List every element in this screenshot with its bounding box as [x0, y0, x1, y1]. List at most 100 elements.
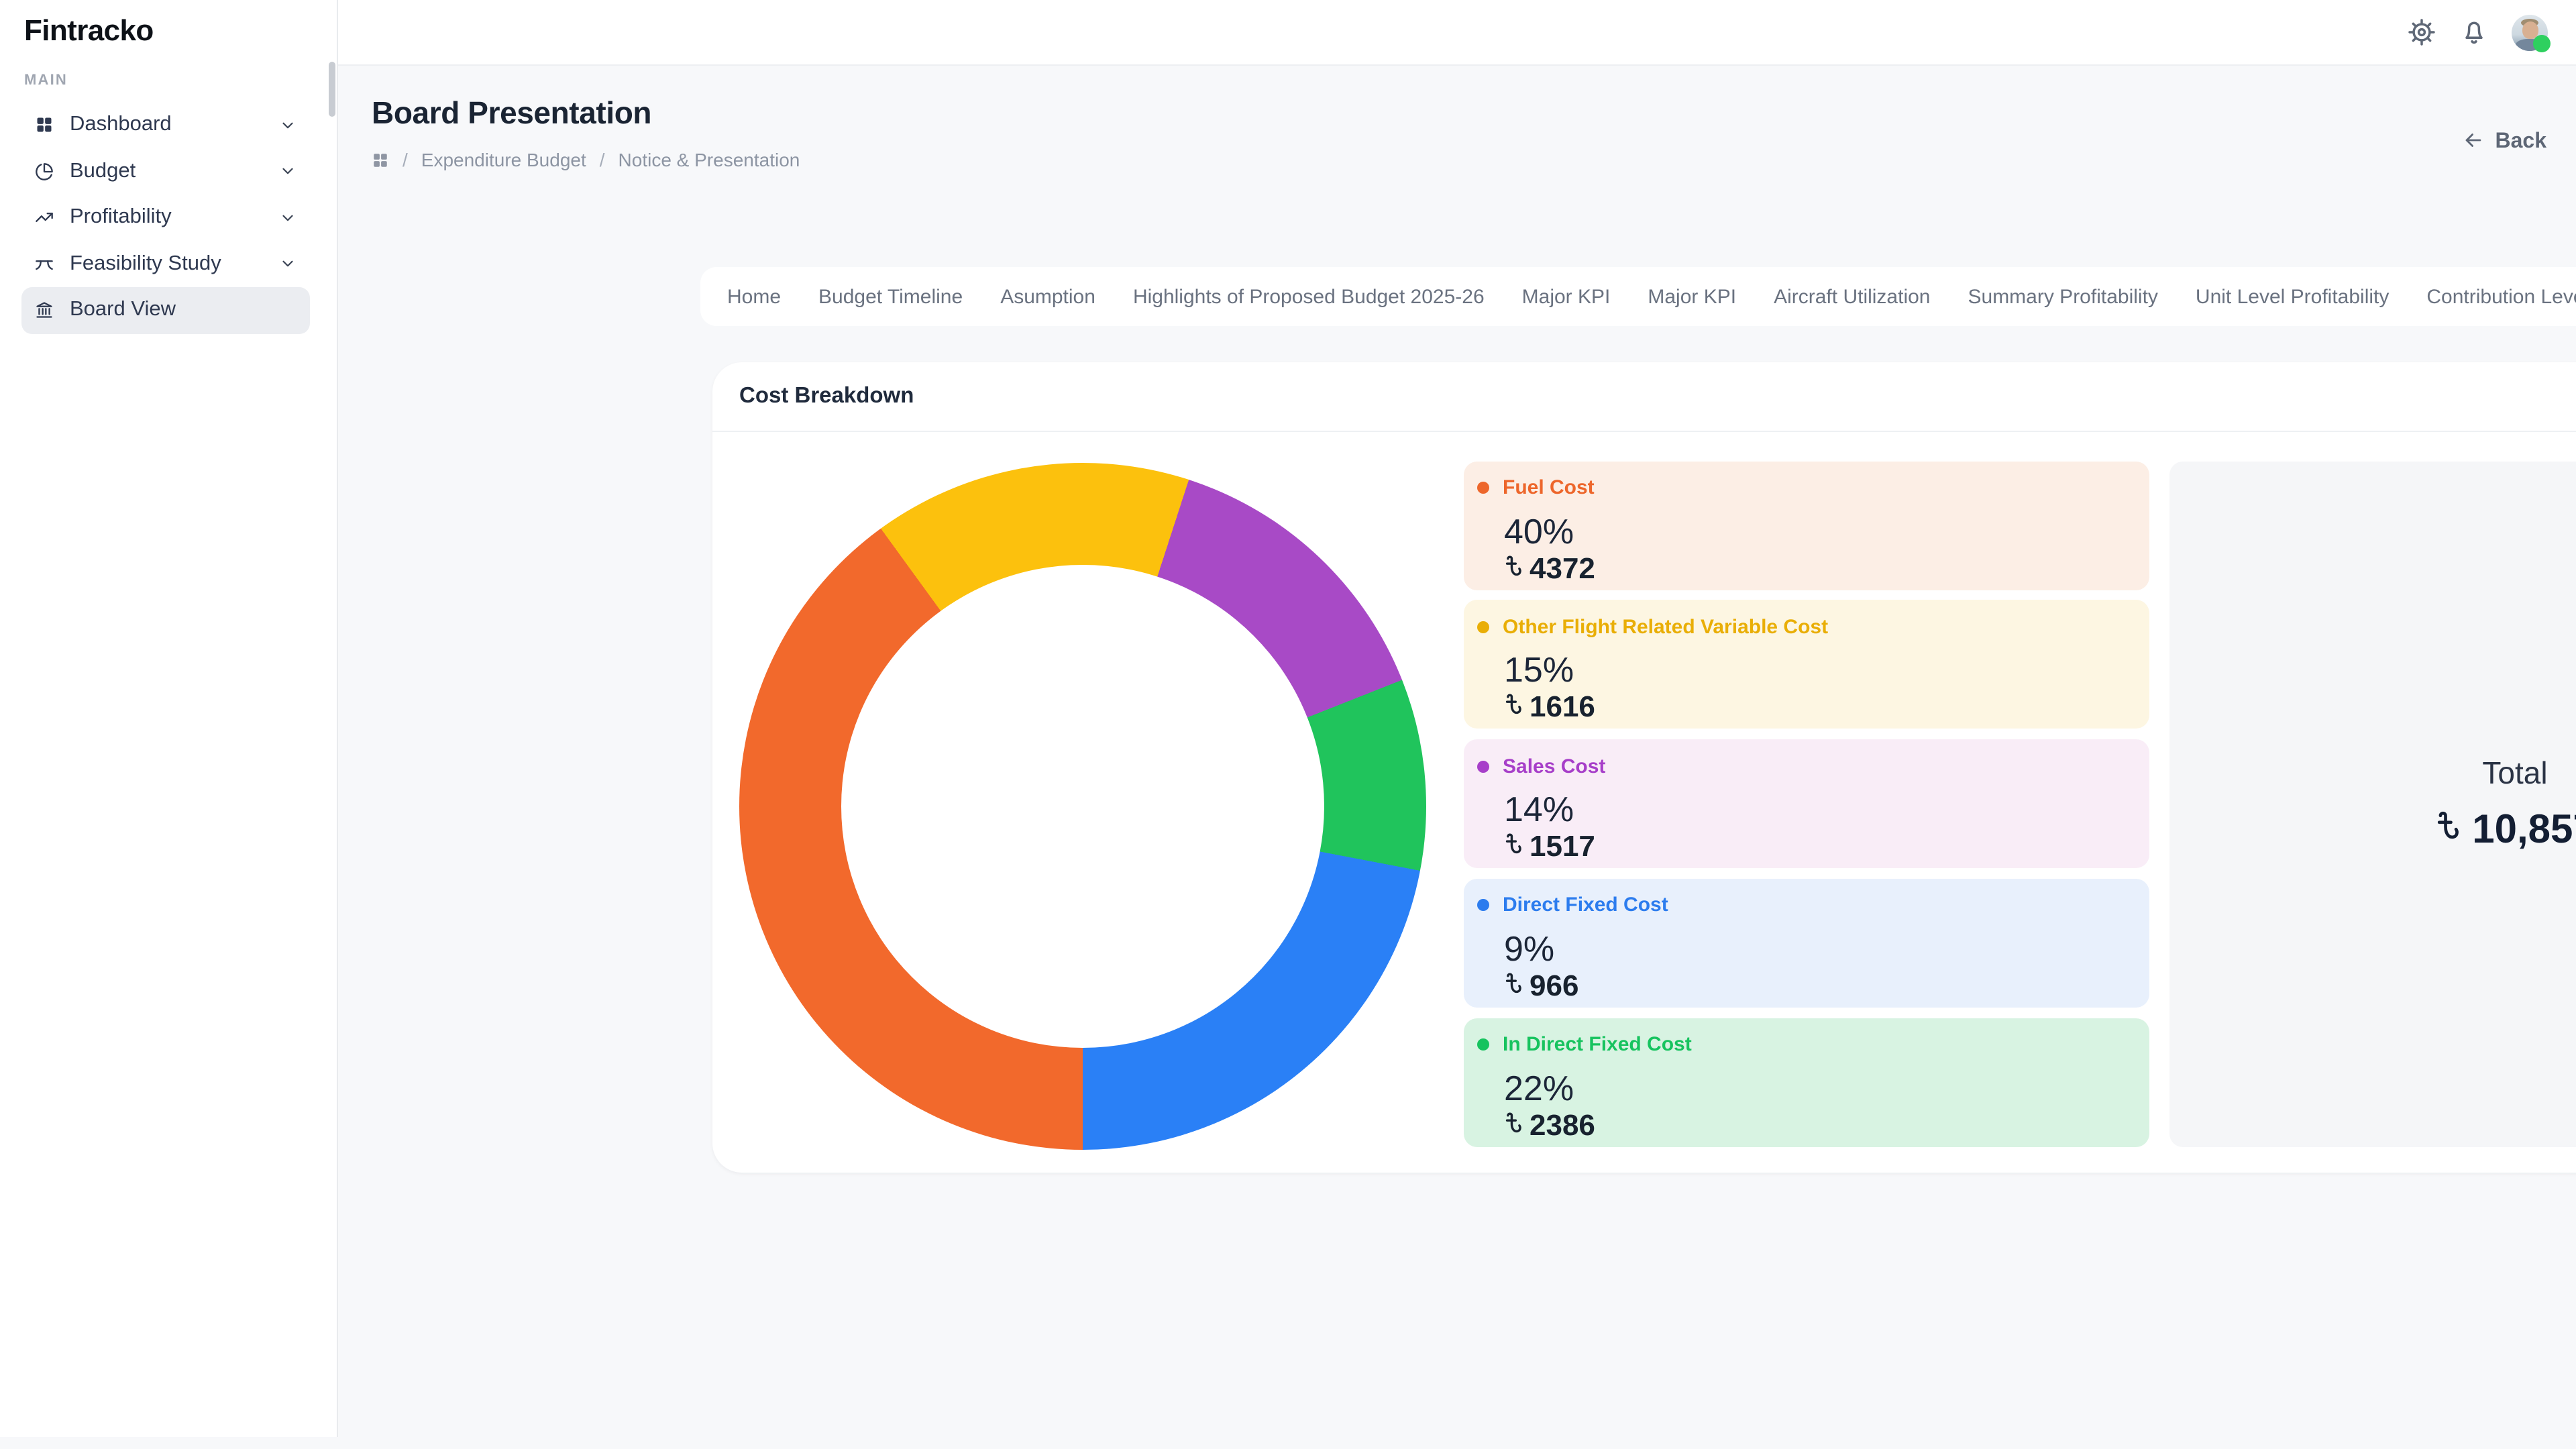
back-button-label: Back	[2496, 130, 2547, 154]
legend-row: Fuel Cost 40%4372	[1464, 461, 2149, 590]
tab-list: Home Budget Timeline Asumption Highlights o…	[700, 285, 2576, 308]
trending-up-icon	[35, 209, 54, 227]
taka-currency-icon	[1504, 970, 1523, 1002]
app-root: Fintracko MAIN DashboardBudgetProfitabil…	[0, 0, 2576, 1449]
legend-row: In Direct Fixed Cost 22%2386	[1464, 1018, 2149, 1146]
bridge-icon	[35, 255, 54, 274]
legend-row: Sales Cost 14%1517	[1464, 739, 2149, 868]
tab-major-kpi[interactable]: Major KPI	[1522, 285, 1611, 308]
chevron-down-icon	[279, 209, 297, 227]
sidebar-item-label: Dashboard	[70, 113, 172, 138]
tab-summary-profitability[interactable]: Summary Profitability	[1968, 285, 2158, 308]
legend-percent-value: 15%	[1504, 653, 2131, 689]
tab-aircraft-utilization[interactable]: Aircraft Utilization	[1774, 285, 1930, 308]
chevron-down-icon	[279, 256, 297, 273]
sidebar-scrollbar-thumb[interactable]	[329, 62, 335, 117]
breadcrumb: / Expenditure Budget / Notice & Presentatio…	[372, 149, 2557, 170]
gear-icon	[2407, 17, 2436, 47]
main-content: Board Presentation /Expenditure Budget/N…	[338, 66, 2576, 1449]
page-header: Board Presentation /Expenditure Budget/N…	[338, 66, 2576, 170]
taka-currency-icon	[1504, 552, 1523, 584]
sidebar-item-feasibility-study[interactable]: Feasibility Study	[21, 241, 310, 287]
notifications-button[interactable]	[2459, 17, 2489, 47]
legend-series-name: Sales Cost	[1503, 755, 1605, 777]
total-panel: Total 10,857	[2169, 461, 2576, 1146]
sidebar-item-label: Budget	[70, 160, 136, 184]
sidebar-item-label: Profitability	[70, 206, 172, 230]
legend-series-name: Direct Fixed Cost	[1503, 894, 1668, 917]
total-label: Total	[2482, 755, 2547, 791]
topbar	[338, 0, 2576, 66]
legend-amount: 4372	[1504, 552, 2131, 584]
donut-hole	[841, 565, 1324, 1048]
pie-chart-icon	[35, 162, 54, 181]
sidebar-item-budget[interactable]: Budget	[21, 148, 310, 195]
legend-amount-value: 1517	[1529, 830, 1595, 863]
tab-asumption[interactable]: Asumption	[1000, 285, 1095, 308]
legend-amount: 966	[1504, 970, 2131, 1002]
sidebar-item-profitability[interactable]: Profitability	[21, 195, 310, 241]
card-header: Cost Breakdown	[712, 362, 2576, 432]
taka-currency-icon	[1504, 830, 1523, 863]
cost-donut-chart[interactable]	[739, 463, 1426, 1150]
legend-series-name: Other Flight Related Variable Cost	[1503, 616, 1828, 639]
tab-contribution-level-profitability[interactable]: Contribution Level Profitability	[2426, 285, 2576, 308]
arrow-left-icon	[2462, 129, 2485, 156]
chevron-down-icon	[279, 163, 297, 180]
landmark-icon	[35, 301, 54, 320]
total-amount-value: 10,857	[2472, 807, 2576, 853]
tab-home[interactable]: Home	[727, 285, 781, 308]
legend-percent-value: 9%	[1504, 931, 2131, 967]
sidebar-item-dashboard[interactable]: Dashboard	[21, 102, 310, 148]
legend-amount-value: 4372	[1529, 552, 1595, 584]
cost-breakdown-card: Cost Breakdown Fuel Cost 40%4372 Other Fli…	[712, 362, 2576, 1173]
tab-highlights-of-proposed-budget-2025-26[interactable]: Highlights of Proposed Budget 2025-26	[1133, 285, 1485, 308]
legend-row: Other Flight Related Variable Cost 15%161…	[1464, 600, 2149, 729]
sidebar-item-label: Feasibility Study	[70, 252, 221, 276]
legend-series-name: In Direct Fixed Cost	[1503, 1033, 1692, 1056]
tab-major-kpi[interactable]: Major KPI	[1648, 285, 1736, 308]
sidebar: Fintracko MAIN DashboardBudgetProfitabil…	[0, 0, 338, 1437]
user-avatar[interactable]	[2512, 14, 2548, 50]
legend-amount-value: 966	[1529, 970, 1578, 1002]
chevron-down-icon	[279, 117, 297, 134]
legend-amount: 1616	[1504, 692, 2131, 724]
legend-amount-value: 1616	[1529, 692, 1595, 724]
card-body: Fuel Cost 40%4372 Other Flight Related Var…	[712, 432, 2576, 1171]
legend-dot-icon	[1477, 621, 1489, 633]
presentation-tabbar: Home Budget Timeline Asumption Highlights o…	[700, 267, 2576, 326]
legend-percent-value: 22%	[1504, 1070, 2131, 1106]
grid-icon[interactable]	[372, 151, 389, 168]
legend-row: Direct Fixed Cost 9%966	[1464, 879, 2149, 1008]
taka-currency-icon	[1504, 692, 1523, 724]
breadcrumb-item[interactable]: Expenditure Budget	[421, 149, 586, 170]
card-title: Cost Breakdown	[739, 384, 914, 409]
back-button[interactable]: Back	[2454, 127, 2555, 157]
legend-dot-icon	[1477, 1038, 1489, 1051]
online-status-dot	[2533, 35, 2551, 52]
settings-button[interactable]	[2407, 17, 2436, 47]
chart-legend: Fuel Cost 40%4372 Other Flight Related Var…	[1464, 461, 2149, 1146]
breadcrumb-separator: /	[402, 149, 408, 170]
legend-amount: 1517	[1504, 830, 2131, 863]
legend-series-name: Fuel Cost	[1503, 476, 1595, 499]
tab-unit-level-profitability[interactable]: Unit Level Profitability	[2196, 285, 2389, 308]
avatar-face	[2522, 21, 2538, 38]
dashboard-icon	[35, 116, 54, 135]
app-logo: Fintracko	[0, 0, 337, 48]
taka-currency-icon	[2434, 807, 2460, 853]
legend-amount-value: 2386	[1529, 1109, 1595, 1141]
legend-dot-icon	[1477, 900, 1489, 912]
total-amount: 10,857	[2434, 807, 2576, 853]
breadcrumb-separator: /	[600, 149, 605, 170]
breadcrumb-item[interactable]: Notice & Presentation	[619, 149, 800, 170]
tab-budget-timeline[interactable]: Budget Timeline	[818, 285, 963, 308]
legend-dot-icon	[1477, 482, 1489, 494]
legend-amount: 2386	[1504, 1109, 2131, 1141]
taka-currency-icon	[1504, 1109, 1523, 1141]
legend-percent-value: 14%	[1504, 792, 2131, 828]
sidebar-item-board-view[interactable]: Board View	[21, 287, 310, 333]
legend-dot-icon	[1477, 760, 1489, 772]
bell-icon	[2459, 17, 2489, 47]
legend-percent-value: 40%	[1504, 513, 2131, 549]
